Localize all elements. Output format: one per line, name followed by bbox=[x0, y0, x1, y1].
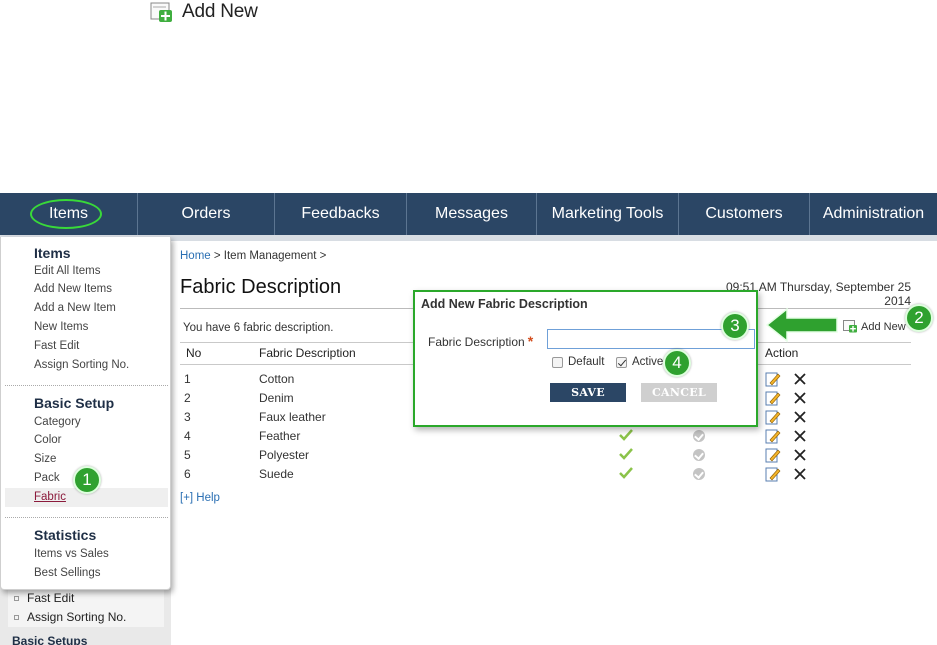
menu-divider bbox=[5, 385, 168, 386]
delete-icon[interactable] bbox=[794, 430, 806, 442]
nav-customers[interactable]: Customers bbox=[679, 193, 810, 235]
breadcrumb-home-link[interactable]: Home bbox=[180, 250, 211, 262]
help-link[interactable]: [+] Help bbox=[180, 492, 220, 504]
row-no: 4 bbox=[184, 429, 191, 443]
step-marker-3: 3 bbox=[721, 312, 749, 340]
active-checkbox[interactable] bbox=[616, 356, 627, 368]
edit-icon[interactable] bbox=[765, 409, 781, 425]
step-marker-1: 1 bbox=[73, 466, 101, 494]
main-nav: Items Orders Feedbacks Messages Marketin… bbox=[0, 193, 937, 235]
nav-orders[interactable]: Orders bbox=[138, 193, 275, 235]
top-add-new-label: Add New bbox=[182, 1, 258, 22]
dropdown-heading-statistics: Statistics bbox=[34, 527, 97, 543]
row-fabric: Faux leather bbox=[259, 410, 326, 424]
bullet-icon bbox=[14, 595, 19, 601]
menu-item-fabric[interactable]: Fabric bbox=[34, 491, 66, 503]
nav-messages[interactable]: Messages bbox=[407, 193, 537, 235]
pointer-arrow bbox=[765, 307, 838, 343]
menu-item-category[interactable]: Category bbox=[34, 416, 81, 428]
edit-icon[interactable] bbox=[765, 466, 781, 482]
breadcrumb: Home > Item Management > bbox=[180, 250, 326, 262]
field-label-text: Fabric Description bbox=[428, 335, 525, 349]
add-fabric-modal: Add New Fabric Description Fabric Descri… bbox=[413, 290, 758, 427]
menu-item-color[interactable]: Color bbox=[34, 434, 61, 446]
default-checkbox[interactable] bbox=[552, 356, 563, 368]
nav-marketing-tools[interactable]: Marketing Tools bbox=[537, 193, 679, 235]
column-header-action: Action bbox=[765, 346, 799, 360]
menu-item-best-sellings[interactable]: Best Sellings bbox=[34, 567, 100, 579]
default-check-icon bbox=[619, 448, 633, 460]
row-no: 6 bbox=[184, 467, 191, 481]
add-new-icon bbox=[150, 1, 174, 23]
bullet-icon bbox=[14, 614, 19, 620]
add-new-icon bbox=[843, 320, 858, 333]
edit-icon[interactable] bbox=[765, 390, 781, 406]
modal-title: Add New Fabric Description bbox=[421, 297, 588, 311]
row-fabric: Denim bbox=[259, 391, 294, 405]
delete-icon[interactable] bbox=[794, 449, 806, 461]
cancel-button[interactable]: CANCEL bbox=[641, 383, 717, 402]
sidebar-item-label: Assign Sorting No. bbox=[27, 610, 127, 624]
record-count: You have 6 fabric description. bbox=[183, 322, 334, 334]
row-no: 1 bbox=[184, 372, 191, 386]
active-option[interactable]: Active bbox=[616, 356, 663, 368]
inactive-status-icon bbox=[693, 449, 705, 461]
dropdown-heading-items: Items bbox=[34, 245, 71, 261]
column-header-no: No bbox=[186, 346, 202, 360]
inactive-status-icon bbox=[693, 468, 705, 480]
step-marker-2: 2 bbox=[905, 304, 933, 332]
row-no: 2 bbox=[184, 391, 191, 405]
menu-divider bbox=[5, 517, 168, 518]
sidebar-item-label: Fast Edit bbox=[27, 591, 75, 605]
delete-icon[interactable] bbox=[794, 411, 806, 423]
fabric-description-label: Fabric Description * bbox=[428, 333, 533, 349]
row-fabric: Feather bbox=[259, 429, 301, 443]
step-marker-4: 4 bbox=[663, 349, 691, 377]
active-label: Active bbox=[632, 356, 664, 368]
add-new-button[interactable]: Add New bbox=[843, 320, 906, 333]
items-highlight-ellipse bbox=[30, 199, 102, 229]
items-dropdown-menu: Items Edit All Items Add New Items Add a… bbox=[0, 237, 171, 590]
breadcrumb-separator: > bbox=[210, 250, 224, 262]
page-title: Fabric Description bbox=[180, 276, 342, 298]
edit-icon[interactable] bbox=[765, 428, 781, 444]
row-no: 5 bbox=[184, 448, 191, 462]
menu-item-size[interactable]: Size bbox=[34, 453, 56, 465]
sidebar-heading-basic-setups: Basic Setups bbox=[12, 634, 88, 645]
nav-feedbacks[interactable]: Feedbacks bbox=[275, 193, 407, 235]
menu-item-items-vs-sales[interactable]: Items vs Sales bbox=[34, 548, 109, 560]
edit-icon[interactable] bbox=[765, 371, 781, 387]
save-button[interactable]: SAVE bbox=[550, 383, 626, 402]
inactive-status-icon bbox=[693, 430, 705, 442]
edit-icon[interactable] bbox=[765, 447, 781, 463]
delete-icon[interactable] bbox=[794, 468, 806, 480]
breadcrumb-current: Item Management > bbox=[223, 250, 327, 262]
default-check-icon bbox=[619, 467, 633, 479]
row-fabric: Suede bbox=[259, 467, 294, 481]
dropdown-heading-basic-setup: Basic Setup bbox=[34, 395, 115, 411]
sidebar-item-assign-sorting[interactable]: Assign Sorting No. bbox=[8, 607, 164, 627]
default-check-icon bbox=[619, 429, 633, 441]
top-add-new-callout: Add New bbox=[150, 0, 258, 24]
delete-icon[interactable] bbox=[794, 392, 806, 404]
column-header-fabric-description: Fabric Description bbox=[259, 346, 356, 360]
menu-item-add-a-new-item[interactable]: Add a New Item bbox=[34, 302, 116, 314]
menu-item-edit-all-items[interactable]: Edit All Items bbox=[34, 265, 100, 277]
add-new-label: Add New bbox=[861, 320, 906, 333]
menu-item-add-new-items[interactable]: Add New Items bbox=[34, 283, 112, 295]
nav-administration[interactable]: Administration bbox=[810, 193, 937, 235]
sidebar-item-fast-edit[interactable]: Fast Edit bbox=[8, 588, 164, 608]
default-label: Default bbox=[568, 356, 605, 368]
menu-item-fast-edit[interactable]: Fast Edit bbox=[34, 340, 79, 352]
menu-item-new-items[interactable]: New Items bbox=[34, 321, 88, 333]
menu-item-assign-sorting[interactable]: Assign Sorting No. bbox=[34, 359, 129, 371]
row-fabric: Cotton bbox=[259, 372, 295, 386]
row-no: 3 bbox=[184, 410, 191, 424]
row-fabric: Polyester bbox=[259, 448, 310, 462]
required-mark: * bbox=[527, 333, 534, 349]
delete-icon[interactable] bbox=[794, 373, 806, 385]
default-option[interactable]: Default bbox=[552, 356, 604, 368]
menu-item-pack[interactable]: Pack bbox=[34, 472, 60, 484]
